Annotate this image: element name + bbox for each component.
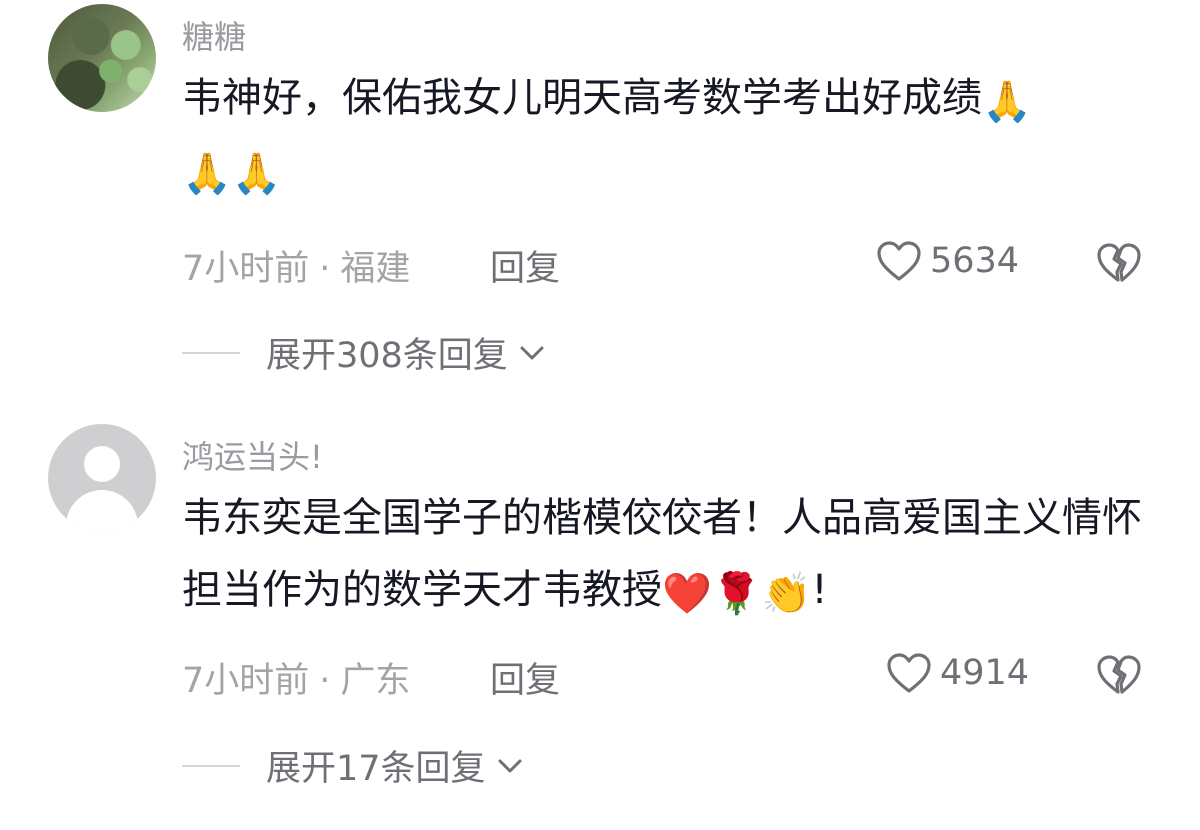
comment-text: 韦东奕是全国学子的楷模佼佼者！人品高爱国主义情怀担当作为的数学天才韦教授❤️🌹👏… xyxy=(182,482,1157,626)
heart-outline-icon xyxy=(887,653,931,693)
broken-heart-icon xyxy=(1097,243,1141,282)
clap-emoji: 👏 xyxy=(761,571,812,617)
like-count: 5634 xyxy=(930,241,1020,281)
meta-separator: · xyxy=(319,249,331,289)
heart-emoji: ❤️ xyxy=(662,571,712,617)
avatar[interactable] xyxy=(48,4,156,112)
comment-time: 7小时前 xyxy=(182,661,310,701)
comment-time: 7小时前 xyxy=(182,249,310,289)
comment-meta: 7小时前 · 广东 xyxy=(182,652,410,703)
meta-separator: · xyxy=(319,661,331,701)
dislike-button[interactable] xyxy=(1096,242,1142,284)
pray-emoji: 🙏 xyxy=(231,151,282,197)
rose-emoji: 🌹 xyxy=(711,571,762,617)
reply-button[interactable]: 回复 xyxy=(490,240,560,291)
comment-trailing: ! xyxy=(811,567,828,613)
expand-replies-button[interactable]: 展开308条回复 xyxy=(182,327,546,378)
expand-replies-button[interactable]: 展开17条回复 xyxy=(182,740,524,791)
broken-heart-icon xyxy=(1097,655,1141,694)
like-button[interactable]: 5634 xyxy=(876,240,1019,282)
expand-replies-label: 展开17条回复 xyxy=(266,749,486,789)
comment-meta: 7小时前 · 福建 xyxy=(182,240,410,291)
avatar-placeholder-head xyxy=(84,446,120,482)
expand-divider xyxy=(182,764,240,767)
comment-username[interactable]: 糖糖 xyxy=(182,12,246,58)
dislike-button[interactable] xyxy=(1096,654,1142,696)
heart-outline-icon xyxy=(877,241,921,281)
comment-text: 韦神好，保佑我女儿明天高考数学考出好成绩🙏 🙏🙏 xyxy=(182,62,1157,206)
expand-divider xyxy=(182,351,240,354)
avatar-placeholder-body xyxy=(66,490,138,532)
like-count: 4914 xyxy=(940,653,1030,693)
comment-username[interactable]: 鸿运当头! xyxy=(182,432,323,478)
pray-emoji: 🙏 xyxy=(982,79,1032,125)
chevron-down-icon xyxy=(498,759,522,772)
like-button[interactable]: 4914 xyxy=(886,652,1029,694)
pray-emoji: 🙏 xyxy=(182,151,232,197)
reply-button[interactable]: 回复 xyxy=(490,652,560,703)
expand-replies-label: 展开308条回复 xyxy=(266,336,508,376)
comment-text-body: 韦神好，保佑我女儿明天高考数学考出好成绩 xyxy=(182,75,982,121)
comment-location: 福建 xyxy=(340,249,411,289)
comment-location: 广东 xyxy=(340,661,411,701)
avatar[interactable] xyxy=(48,424,156,532)
chevron-down-icon xyxy=(520,346,544,359)
